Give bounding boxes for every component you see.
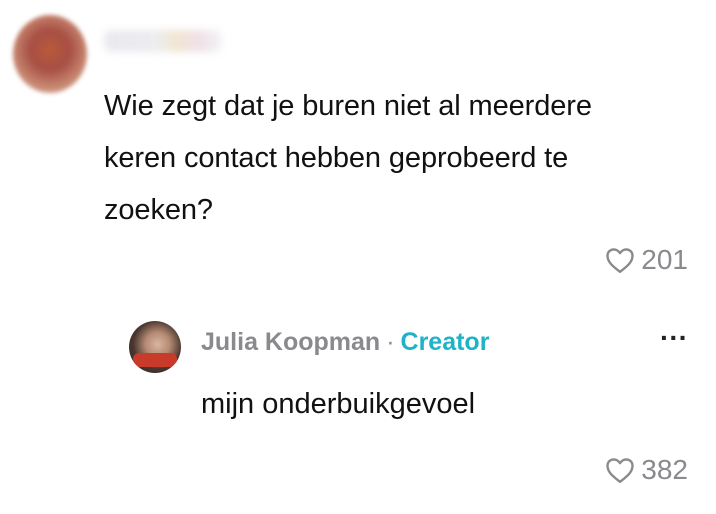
heart-outline-icon: [605, 246, 635, 274]
creator-avatar[interactable]: [129, 321, 181, 373]
comment-like-button[interactable]: 201: [605, 244, 688, 276]
heart-outline-icon: [605, 456, 635, 484]
comment-text: Wie zegt dat je buren niet al meerdere k…: [104, 90, 592, 226]
reply-separator: ·: [386, 328, 395, 356]
more-options-button[interactable]: ···: [660, 322, 688, 354]
reply-header: Julia Koopman · Creator: [201, 328, 489, 357]
reply-like-button[interactable]: 382: [605, 454, 688, 486]
avatar-scarf: [133, 353, 177, 367]
commenter-name-blurred[interactable]: [104, 30, 222, 52]
comment-like-count: 201: [641, 244, 688, 275]
reply-author-name[interactable]: Julia Koopman: [201, 328, 380, 357]
more-horizontal-icon: ···: [660, 322, 688, 353]
commenter-avatar[interactable]: [13, 15, 87, 93]
creator-badge: Creator: [400, 328, 490, 356]
reply-like-count: 382: [641, 454, 688, 485]
reply-text: mijn onderbuikgevoel: [201, 388, 476, 420]
